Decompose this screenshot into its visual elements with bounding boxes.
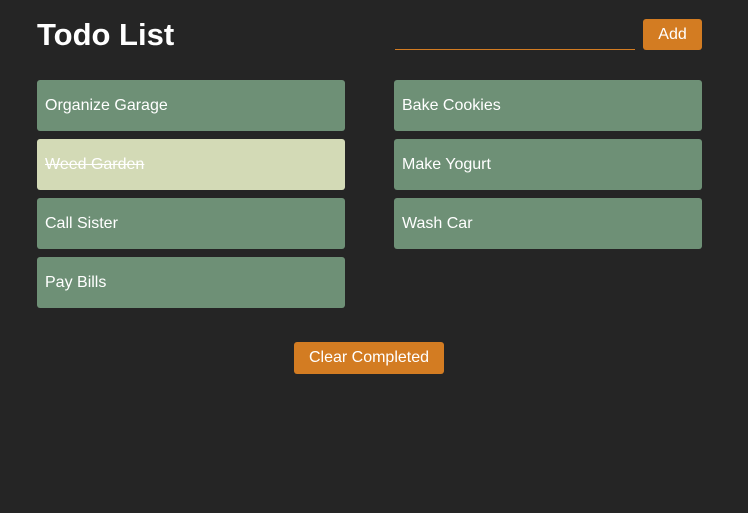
todo-item-wash-car[interactable]: Wash Car bbox=[394, 198, 702, 249]
page-title: Todo List bbox=[37, 17, 175, 52]
todo-item-weed-garden[interactable]: Weed Garden bbox=[37, 139, 345, 190]
todo-item-make-yogurt[interactable]: Make Yogurt bbox=[394, 139, 702, 190]
todo-column-right: Bake Cookies Make Yogurt Wash Car bbox=[394, 80, 702, 257]
todo-column-left: Organize Garage Weed Garden Call Sister … bbox=[37, 80, 345, 316]
clear-completed-button[interactable]: Clear Completed bbox=[294, 342, 444, 374]
add-button[interactable]: Add bbox=[643, 19, 702, 50]
todo-item-pay-bills[interactable]: Pay Bills bbox=[37, 257, 345, 308]
new-todo-input[interactable] bbox=[395, 28, 635, 50]
todo-item-organize-garage[interactable]: Organize Garage bbox=[37, 80, 345, 131]
todo-item-bake-cookies[interactable]: Bake Cookies bbox=[394, 80, 702, 131]
todo-app: Todo List Add Organize Garage Weed Garde… bbox=[0, 0, 748, 513]
todo-item-call-sister[interactable]: Call Sister bbox=[37, 198, 345, 249]
